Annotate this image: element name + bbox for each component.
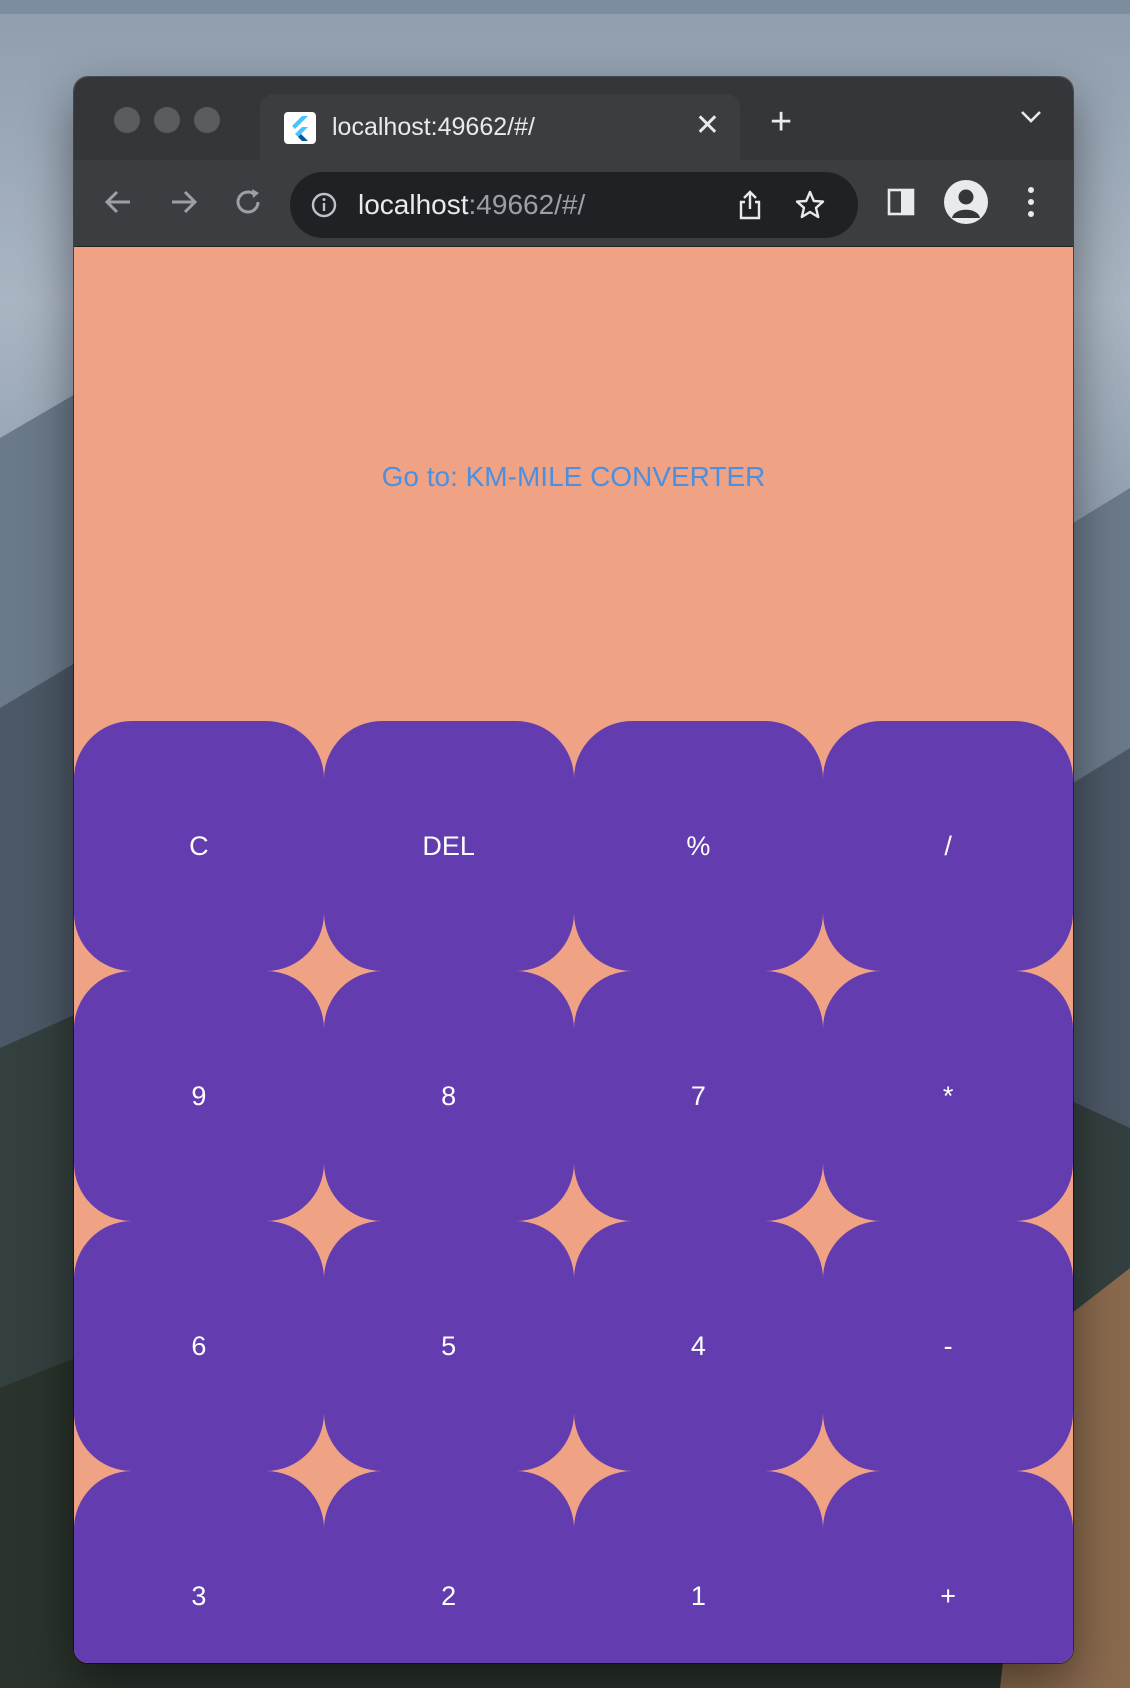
tab-strip: localhost:49662/#/ ✕ +: [74, 77, 1073, 160]
key-9[interactable]: 9: [74, 971, 324, 1221]
flutter-favicon-icon: [284, 112, 316, 144]
desktop-top-bar: [0, 0, 1130, 14]
browser-toolbar: localhost:49662/#/: [74, 160, 1073, 247]
key-4[interactable]: 4: [573, 1221, 824, 1471]
key-5[interactable]: 5: [323, 1221, 574, 1471]
key-6[interactable]: 6: [74, 1221, 324, 1471]
key-7[interactable]: 7: [573, 971, 824, 1221]
browser-window: localhost:49662/#/ ✕ + localhost:49662/#…: [74, 77, 1073, 1663]
profile-icon[interactable]: [944, 180, 988, 224]
back-arrow-icon[interactable]: [98, 182, 138, 222]
tab-active[interactable]: localhost:49662/#/ ✕: [260, 94, 740, 160]
key-subtract[interactable]: -: [823, 1221, 1073, 1471]
key-add[interactable]: +: [823, 1471, 1073, 1663]
key-3[interactable]: 3: [74, 1471, 324, 1663]
share-icon[interactable]: [736, 189, 764, 226]
more-vert-icon[interactable]: [1026, 184, 1036, 225]
close-tab-icon[interactable]: ✕: [695, 110, 720, 142]
reload-icon[interactable]: [228, 182, 268, 222]
km-mile-converter-link[interactable]: Go to: KM-MILE CONVERTER: [74, 460, 1073, 494]
zoom-window-dot[interactable]: [194, 107, 220, 133]
url-host: localhost: [358, 189, 469, 220]
forward-arrow-icon[interactable]: [164, 182, 204, 222]
tab-search-chevron-icon[interactable]: [1019, 109, 1043, 130]
url-path: :49662/#/: [468, 189, 586, 220]
url-text: localhost:49662/#/: [358, 189, 585, 221]
calculator-keypad: C DEL % / 9 8 7 * 6 5 4 - 3 2 1 +: [74, 721, 1073, 1663]
key-clear[interactable]: C: [74, 721, 324, 971]
key-1[interactable]: 1: [573, 1471, 824, 1663]
star-icon[interactable]: [794, 189, 826, 226]
info-icon[interactable]: [310, 191, 338, 224]
new-tab-button[interactable]: +: [770, 103, 792, 141]
key-2[interactable]: 2: [323, 1471, 574, 1663]
close-window-dot[interactable]: [114, 107, 140, 133]
side-panel-icon[interactable]: [886, 187, 916, 222]
address-bar[interactable]: localhost:49662/#/: [290, 172, 858, 238]
tab-title: localhost:49662/#/: [332, 113, 535, 141]
key-multiply[interactable]: *: [823, 971, 1073, 1221]
app-content: Go to: KM-MILE CONVERTER C DEL % / 9 8 7…: [74, 247, 1073, 1663]
minimize-window-dot[interactable]: [154, 107, 180, 133]
key-8[interactable]: 8: [323, 971, 574, 1221]
key-delete[interactable]: DEL: [323, 721, 574, 971]
key-percent[interactable]: %: [573, 721, 824, 971]
key-divide[interactable]: /: [823, 721, 1073, 971]
